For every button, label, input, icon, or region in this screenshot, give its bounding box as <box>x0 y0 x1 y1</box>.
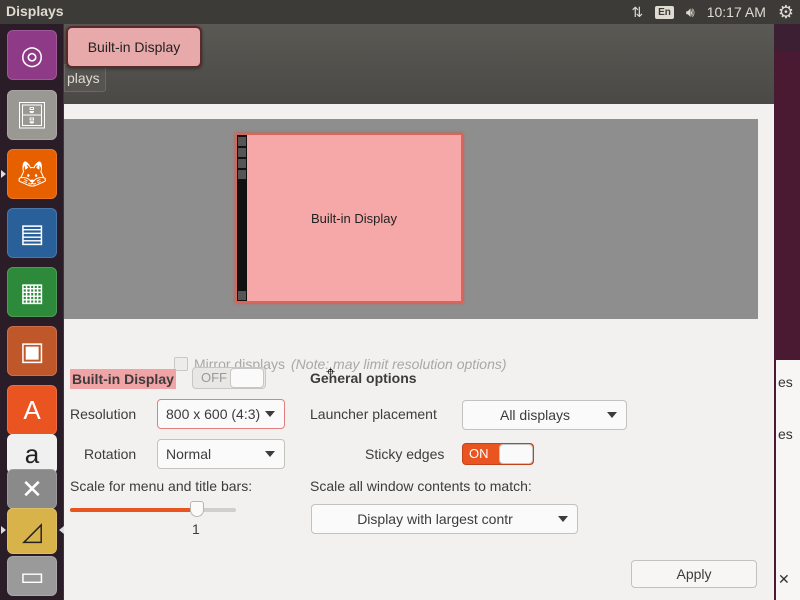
chevron-down-icon <box>265 411 275 417</box>
firefox-icon[interactable]: 🦊︎ <box>7 149 57 199</box>
settings-icon[interactable]: ✕ <box>7 469 57 509</box>
window-title: Displays <box>6 3 64 19</box>
amazon-icon[interactable]: a <box>7 434 57 474</box>
apply-button[interactable]: Apply <box>631 560 757 588</box>
system-tray: ⇅ En 🔊︎ 10:17 AM ⚙ <box>631 0 800 24</box>
strip-square <box>238 291 246 300</box>
resolution-value: 800 x 600 (4:3) <box>166 406 261 422</box>
monitor-label: Built-in Display <box>311 211 397 226</box>
chevron-down-icon <box>607 412 617 418</box>
mirror-displays-checkbox[interactable] <box>174 357 188 371</box>
ubuntu-logo-icon[interactable]: ◎ <box>7 30 57 80</box>
impress-icon[interactable]: ▣ <box>7 326 57 376</box>
scale-slider-fill <box>70 508 192 512</box>
background-text: es <box>778 374 793 390</box>
display-power-switch[interactable]: OFF <box>192 367 266 389</box>
scale-slider[interactable] <box>70 501 236 517</box>
strip-square <box>238 170 246 179</box>
display-switch-text: OFF <box>201 370 227 385</box>
strip-square <box>238 159 246 168</box>
scale-label: Scale for menu and title bars: <box>70 478 253 494</box>
sticky-edges-label: Sticky edges <box>365 446 445 462</box>
writer-icon[interactable]: ▤ <box>7 208 57 258</box>
launcher: ◎ 🗄︎ 🦊︎ ▤ ▦ ▣ A a ✕ ◿ ▭ <box>0 24 64 600</box>
sticky-edges-switch-text: ON <box>469 446 489 461</box>
network-updown-icon[interactable]: ⇅ <box>631 4 643 21</box>
sticky-edges-switch-knob <box>499 444 533 464</box>
strip-square <box>238 148 246 157</box>
chevron-down-icon <box>558 516 568 522</box>
calc-icon[interactable]: ▦ <box>7 267 57 317</box>
background-close-icon[interactable]: ✕ <box>778 571 790 588</box>
display-tooltip: Built-in Display <box>66 26 202 68</box>
background-text-2: es <box>778 426 793 442</box>
sticky-edges-switch[interactable]: ON <box>462 443 534 465</box>
launcher-placement-dropdown[interactable]: All displays <box>462 400 627 430</box>
volume-icon[interactable]: 🔊︎ <box>686 4 695 21</box>
file-cabinet-icon[interactable]: 🗄︎ <box>7 90 57 140</box>
scale-value: 1 <box>192 521 200 537</box>
launcher-placement-value: All displays <box>499 407 571 423</box>
scale-slider-handle[interactable] <box>190 501 204 517</box>
rotation-dropdown[interactable]: Normal <box>157 439 285 469</box>
running-indicator-displays <box>1 526 6 534</box>
scale-all-value: Display with largest contr <box>357 511 513 527</box>
scale-all-label: Scale all window contents to match: <box>310 478 532 494</box>
keyboard-layout-indicator[interactable]: En <box>655 5 674 19</box>
trash-icon[interactable]: ▭ <box>7 556 57 596</box>
launcher-preview-strip <box>237 135 247 301</box>
running-indicator <box>1 170 6 178</box>
mouse-cursor-icon: ⌖ <box>326 364 336 381</box>
rotation-value: Normal <box>166 446 212 462</box>
strip-square <box>238 137 246 146</box>
clock[interactable]: 10:17 AM <box>707 4 766 20</box>
partial-tab[interactable]: plays <box>64 64 106 92</box>
display-switch-knob <box>230 368 264 388</box>
monitor-preview[interactable]: Built-in Display <box>235 133 463 303</box>
displays-icon[interactable]: ◿ <box>7 508 57 554</box>
launcher-placement-label: Launcher placement <box>310 406 437 422</box>
resolution-dropdown[interactable]: 800 x 600 (4:3) <box>157 399 285 429</box>
resolution-label: Resolution <box>70 406 137 422</box>
display-arrangement-area[interactable]: Built-in Display <box>64 119 758 319</box>
displays-window: plays Built-in Display Mirror displays (… <box>64 24 774 600</box>
window-content: Built-in Display Mirror displays (Note: … <box>64 104 774 600</box>
chevron-down-icon <box>265 451 275 457</box>
gear-icon[interactable]: ⚙ <box>778 2 794 23</box>
display-name-label: Built-in Display <box>70 369 176 389</box>
rotation-label: Rotation <box>84 446 137 462</box>
top-panel: Displays ⇅ En 🔊︎ 10:17 AM ⚙ <box>0 0 800 24</box>
scale-all-dropdown[interactable]: Display with largest contr <box>311 504 578 534</box>
software-center-icon[interactable]: A <box>7 385 57 435</box>
